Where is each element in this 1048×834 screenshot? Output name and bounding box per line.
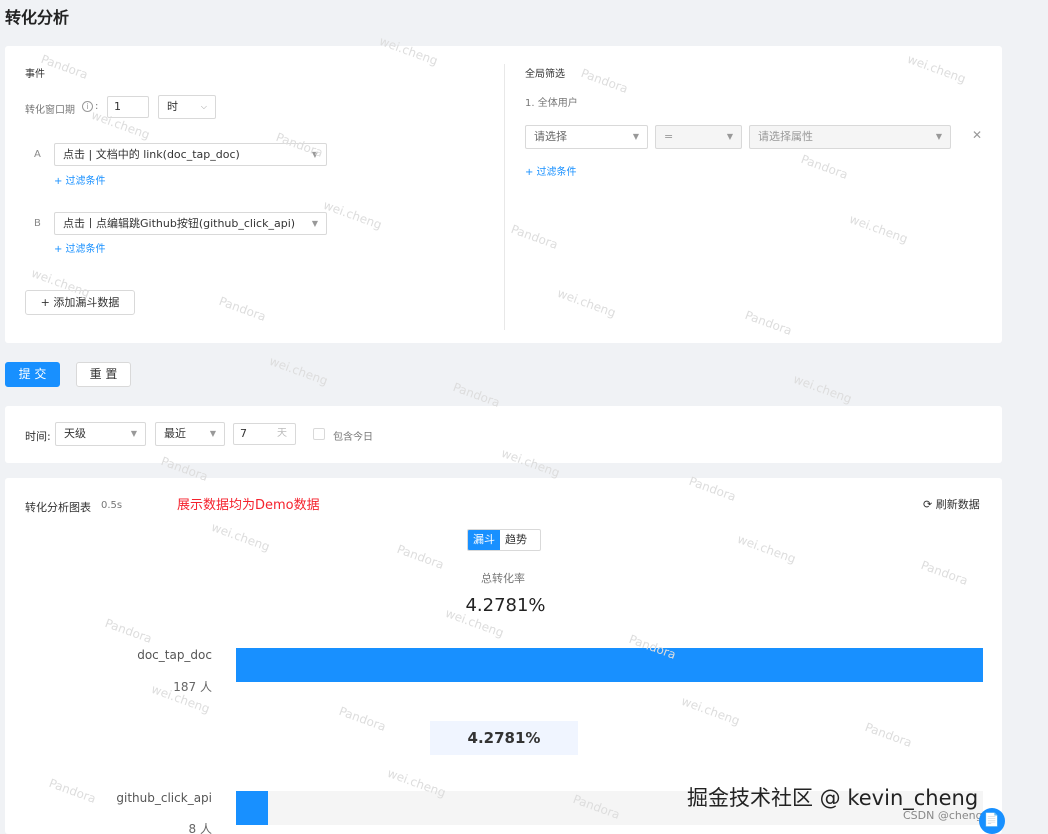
submit-button[interactable]: 提 交 (5, 362, 60, 387)
filter-operator-select[interactable]: = ▼ (655, 125, 742, 149)
refresh-icon: ⟳ (923, 498, 933, 511)
filter-field-placeholder: 请选择 (534, 130, 567, 143)
total-rate-label: 总转化率 (481, 572, 525, 585)
step-filter-link[interactable]: + 过滤条件 (54, 240, 106, 255)
range-type-select[interactable]: 最近 ▼ (155, 422, 225, 446)
chevron-down-icon: ▼ (935, 132, 942, 141)
watermark: wei.cheng (791, 371, 854, 407)
range-type-value: 最近 (164, 427, 186, 440)
range-value-input[interactable]: 7 天 (233, 423, 296, 445)
filter-value-placeholder: 请选择属性 (758, 130, 813, 143)
step-event-value: 点击 | 文档中的 link(doc_tap_doc) (63, 148, 240, 161)
window-unit-select[interactable]: 时 ⌵ (158, 95, 216, 119)
range-value: 7 (240, 427, 247, 440)
chevron-down-icon: ▼ (311, 219, 318, 228)
chart-title: 转化分析图表 (25, 501, 91, 514)
bar[interactable] (236, 648, 983, 682)
step-rate: 4.2781% (430, 721, 578, 755)
data-label: 187 人 (173, 680, 212, 694)
window-label: 转化窗口期 (25, 105, 75, 116)
window-unit-value: 时 (167, 100, 178, 113)
chart-card: 转化分析图表 0.5s 展示数据均为Demo数据 ⟳ 刷新数据 漏斗 趋势 总转… (5, 478, 1002, 834)
step-event-select[interactable]: 点击丨点编辑跳Github按钮(github_click_api) ▼ (54, 212, 327, 235)
tick-label: doc_tap_doc (137, 648, 212, 662)
refresh-button[interactable]: ⟳ 刷新数据 (923, 496, 980, 512)
demo-note: 展示数据均为Demo数据 (177, 498, 320, 513)
range-unit: 天 (277, 428, 287, 439)
step-letter: B (34, 218, 41, 229)
time-label: 时间: (25, 430, 51, 443)
chart-view-toggle: 漏斗 趋势 (467, 529, 541, 551)
tab-funnel[interactable]: 漏斗 (468, 530, 500, 550)
events-section-title: 事件 (25, 69, 45, 80)
filter-field-select[interactable]: 请选择 ▼ (525, 125, 648, 149)
global-filter-title: 全局筛选 (525, 69, 565, 80)
chevron-down-icon: ⌵ (200, 102, 207, 111)
chevron-down-icon: ▼ (209, 429, 216, 438)
site-watermark: 掘金技术社区 @ kevin_cheng (687, 786, 979, 810)
config-card: 事件 转化窗口期 i : 1 时 ⌵ A 点击 | 文档中的 link(doc_… (5, 46, 1002, 343)
audience-label: 1. 全体用户 (525, 98, 578, 109)
watermark: wei.cheng (267, 353, 330, 389)
granularity-value: 天级 (64, 427, 86, 440)
step-event-value: 点击丨点编辑跳Github按钮(github_click_api) (63, 217, 296, 230)
chart-duration: 0.5s (101, 500, 123, 511)
page: 转化分析 事件 转化窗口期 i : 1 时 ⌵ A 点击 | 文档中的 link… (0, 0, 1018, 834)
info-circle-icon[interactable]: i (82, 101, 93, 112)
chevron-down-icon: ▼ (632, 132, 639, 141)
include-today-checkbox[interactable] (313, 428, 325, 440)
data-label: 8 人 (188, 822, 212, 834)
granularity-select[interactable]: 天级 ▼ (55, 422, 146, 446)
section-divider (504, 64, 505, 330)
tab-trend[interactable]: 趋势 (500, 530, 532, 550)
bar[interactable] (236, 791, 268, 825)
include-today-label: 包含今日 (333, 432, 373, 443)
refresh-label: 刷新数据 (935, 498, 980, 511)
chevron-down-icon: ▼ (130, 429, 137, 438)
step-filter-link[interactable]: + 过滤条件 (54, 172, 106, 187)
document-icon[interactable]: 📄 (979, 808, 1005, 834)
filter-operator-value: = (664, 130, 674, 143)
global-filter-link[interactable]: + 过滤条件 (525, 163, 577, 178)
page-title: 转化分析 (5, 8, 70, 27)
close-icon[interactable]: ✕ (972, 128, 982, 142)
chevron-down-icon: ▼ (726, 132, 733, 141)
reset-button[interactable]: 重 置 (76, 362, 131, 387)
step-letter: A (34, 149, 41, 160)
filter-value-select[interactable]: 请选择属性 ▼ (749, 125, 951, 149)
